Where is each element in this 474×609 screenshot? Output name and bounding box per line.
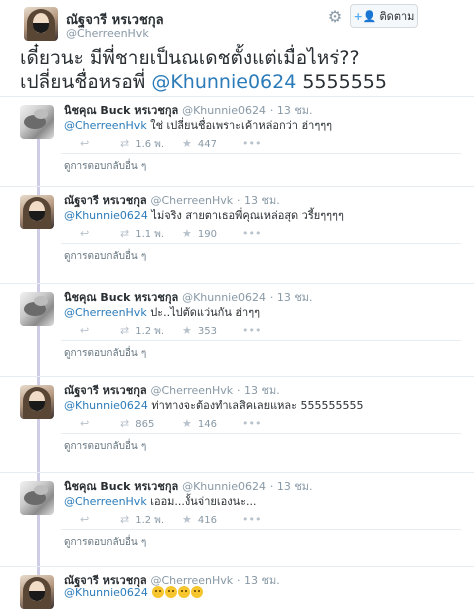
- more-replies-link[interactable]: ดูการตอบกลับอื่น ๆ: [61, 340, 474, 361]
- retweet-icon: ⇄: [120, 324, 130, 337]
- more-icon[interactable]: •••: [242, 227, 267, 240]
- like-button[interactable]: ★ 146: [182, 417, 217, 430]
- more-replies-link[interactable]: ดูการตอบกลับอื่น ๆ: [61, 433, 474, 454]
- more-icon[interactable]: •••: [242, 513, 267, 526]
- reply-icon[interactable]: ↩: [80, 417, 95, 430]
- reply-avatar[interactable]: [20, 105, 54, 139]
- tweet-header: ณัฐจารี หรเวชกุล @CherreenHvk ⚙ +👤 ติดตา…: [0, 0, 474, 48]
- gear-icon[interactable]: ⚙: [326, 8, 344, 26]
- follow-button[interactable]: +👤 ติดตาม: [350, 4, 418, 28]
- retweet-button[interactable]: ⇄ 1.1 พ.: [120, 227, 164, 242]
- reply-avatar[interactable]: [20, 292, 54, 326]
- reply-text: @CherreenHvk เออม...งั้นจ่ายเองนะ...: [64, 495, 257, 508]
- reply-tweet[interactable]: นิชคุณ Buck หรเวชกุล @Khunnie0624 · 13 ช…: [0, 283, 474, 371]
- retweet-button[interactable]: ⇄ 1.6 พ.: [120, 137, 164, 152]
- retweet-icon: ⇄: [120, 417, 130, 430]
- reply-text: @Khunnie0624 ไม่จริง สายตาเธอพี่คุณเหล่อ…: [64, 209, 344, 222]
- emoji-icon: [165, 586, 178, 598]
- reply-icon[interactable]: ↩: [80, 227, 95, 240]
- author-avatar[interactable]: [24, 7, 58, 41]
- more-replies-link[interactable]: ดูการตอบกลับอื่น ๆ: [61, 243, 474, 264]
- reply-icon[interactable]: ↩: [80, 137, 95, 150]
- emoji-icon: [191, 586, 204, 598]
- retweet-icon: ⇄: [120, 137, 130, 150]
- like-button[interactable]: ★ 353: [182, 324, 217, 337]
- emoji-icon: [152, 586, 165, 598]
- more-replies-link[interactable]: ดูการตอบกลับอื่น ๆ: [61, 529, 474, 550]
- mention-link[interactable]: @Khunnie0624: [64, 209, 148, 222]
- star-icon: ★: [182, 137, 192, 150]
- mention-link[interactable]: @Khunnie0624: [151, 71, 296, 93]
- main-tweet-line1: เดี๋ยวนะ มีพี่ชายเป็นณเดชตั้งแต่เมื่อไหร…: [20, 47, 360, 69]
- mention-link[interactable]: @CherreenHvk: [64, 119, 147, 132]
- reply-avatar[interactable]: [20, 195, 54, 229]
- like-button[interactable]: ★ 416: [182, 513, 217, 526]
- more-icon[interactable]: •••: [242, 137, 267, 150]
- star-icon: ★: [182, 227, 192, 240]
- author-handle[interactable]: @CherreenHvk: [66, 27, 149, 40]
- follow-label: ติดตาม: [379, 10, 415, 23]
- retweet-button[interactable]: ⇄ 1.2 พ.: [120, 513, 164, 528]
- star-icon: ★: [182, 513, 192, 526]
- reply-text: @Khunnie0624 ท่าทางจะต้องทำเลสิคเลยแหละ …: [64, 399, 364, 412]
- star-icon: ★: [182, 324, 192, 337]
- main-tweet-line2: เปลี่ยนชื่อหรอพี่ @Khunnie0624 5555555: [20, 71, 387, 93]
- mention-link[interactable]: @CherreenHvk: [64, 495, 147, 508]
- retweet-icon: ⇄: [120, 513, 130, 526]
- emoji-icon: [178, 586, 191, 598]
- star-icon: ★: [182, 417, 192, 430]
- retweet-button[interactable]: ⇄ 1.2 พ.: [120, 324, 164, 339]
- reply-text: @CherreenHvk ใช่ เปลี่ยนชื่อเพราะเค้าหล่…: [64, 119, 333, 132]
- reply-text: @CherreenHvk ปะ..ไปตัดแว่นกัน ฮ่าๆๆ: [64, 306, 261, 319]
- retweet-icon: ⇄: [120, 227, 130, 240]
- reply-icon[interactable]: ↩: [80, 513, 95, 526]
- more-icon[interactable]: •••: [242, 417, 267, 430]
- mention-link[interactable]: @CherreenHvk: [64, 306, 147, 319]
- reply-avatar[interactable]: [20, 385, 54, 419]
- like-button[interactable]: ★ 447: [182, 137, 217, 150]
- more-replies-link[interactable]: ดูการตอบกลับอื่น ๆ: [61, 153, 474, 174]
- reply-tweet[interactable]: ณัฐจารี หรเวชกุล @CherreenHvk · 13 ชม. @…: [0, 376, 474, 464]
- reply-icon[interactable]: ↩: [80, 324, 95, 337]
- mention-link[interactable]: @Khunnie0624: [64, 399, 148, 412]
- retweet-button[interactable]: ⇄ 865: [120, 417, 154, 430]
- reply-tweet[interactable]: นิชคุณ Buck หรเวชกุล @Khunnie0624 · 13 ช…: [0, 96, 474, 184]
- more-icon[interactable]: •••: [242, 324, 267, 337]
- like-button[interactable]: ★ 190: [182, 227, 217, 240]
- reply-avatar[interactable]: [20, 575, 54, 609]
- reply-tweet[interactable]: ณัฐจารี หรเวชกุล @CherreenHvk · 13 ชม. @…: [0, 186, 474, 274]
- reply-text: @Khunnie0624: [64, 586, 204, 599]
- reply-avatar[interactable]: [20, 481, 54, 515]
- main-tweet-text: เดี๋ยวนะ มีพี่ชายเป็นณเดชตั้งแต่เมื่อไหร…: [20, 46, 460, 94]
- reply-tweet[interactable]: ณัฐจารี หรเวชกุล @CherreenHvk · 13 ชม. @…: [0, 566, 474, 609]
- mention-link[interactable]: @Khunnie0624: [64, 586, 148, 599]
- add-user-icon: +👤: [353, 9, 377, 23]
- reply-tweet[interactable]: นิชคุณ Buck หรเวชกุล @Khunnie0624 · 13 ช…: [0, 472, 474, 560]
